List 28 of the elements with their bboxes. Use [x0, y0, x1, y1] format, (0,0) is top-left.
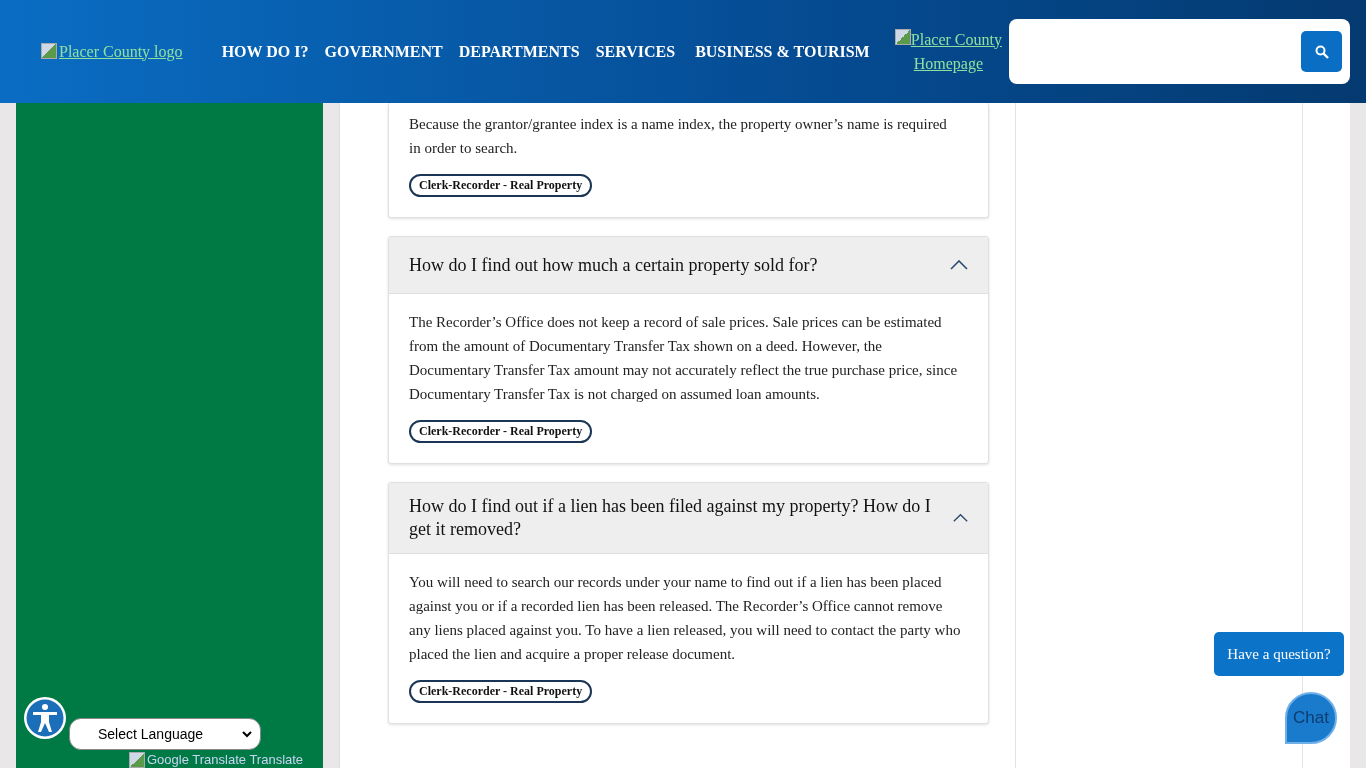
broken-image-icon	[129, 752, 145, 768]
language-select[interactable]: Select Language	[69, 718, 261, 750]
accessibility-icon[interactable]	[23, 696, 67, 740]
faq-question[interactable]: How do I find out if a lien has been filed against my property? How do I get it removed?	[389, 483, 988, 554]
have-a-question-button[interactable]: Have a question?	[1214, 632, 1344, 676]
chevron-up-icon	[950, 260, 968, 270]
category-tag[interactable]: Clerk-Recorder - Real Property	[409, 420, 593, 443]
logo-link[interactable]: Placer County logo	[41, 42, 220, 61]
faq-answer: You will need to search our records under your name to find out if a lien has been placed against you or if a recorded lien has been released. The Recorder’s Office cannot remove any liens placed against you. To have a lien released, you will need to contact the party who placed the lien and acquire a proper release document.	[409, 573, 962, 664]
category-tag[interactable]: Clerk-Recorder - Real Property	[409, 174, 593, 197]
search-field[interactable]	[1009, 19, 1350, 84]
chevron-up-icon	[953, 513, 968, 523]
broken-image-icon	[894, 28, 911, 45]
chevron-down-icon	[242, 730, 252, 738]
broken-image-icon	[41, 42, 57, 59]
faq-answer: The Recorder’s Office does not keep a record of sale prices. Sale prices can be estimated from the amount of Documentary Transfer Tax shown on a deed. However, the Documentary Transfer Tax amount may not accurately reflect the true purchase price, since Documentary Transfer Tax is not charged on assumed loan amounts.	[409, 313, 959, 404]
translate-image-alt: Google Translate Translate	[129, 752, 304, 768]
homepage-link[interactable]: Placer County Homepage	[893, 27, 1004, 76]
faq-question[interactable]: How do I find out how much a certain property sold for?	[389, 237, 988, 294]
nav-link[interactable]: GOVERNMENT	[322, 42, 445, 61]
search-button[interactable]	[1301, 31, 1342, 72]
nav-link[interactable]: HOW DO I?	[219, 42, 311, 61]
nav-link[interactable]: BUSINESS & TOURISM	[693, 42, 872, 61]
nav-link[interactable]: SERVICES	[593, 42, 678, 61]
faq-answer: Because the grantor/grantee index is a name index, the property owner’s name is required in order to search.	[409, 115, 948, 158]
category-tag[interactable]: Clerk-Recorder - Real Property	[409, 680, 593, 703]
search-icon	[1314, 44, 1329, 59]
nav-link[interactable]: DEPARTMENTS	[456, 42, 582, 61]
